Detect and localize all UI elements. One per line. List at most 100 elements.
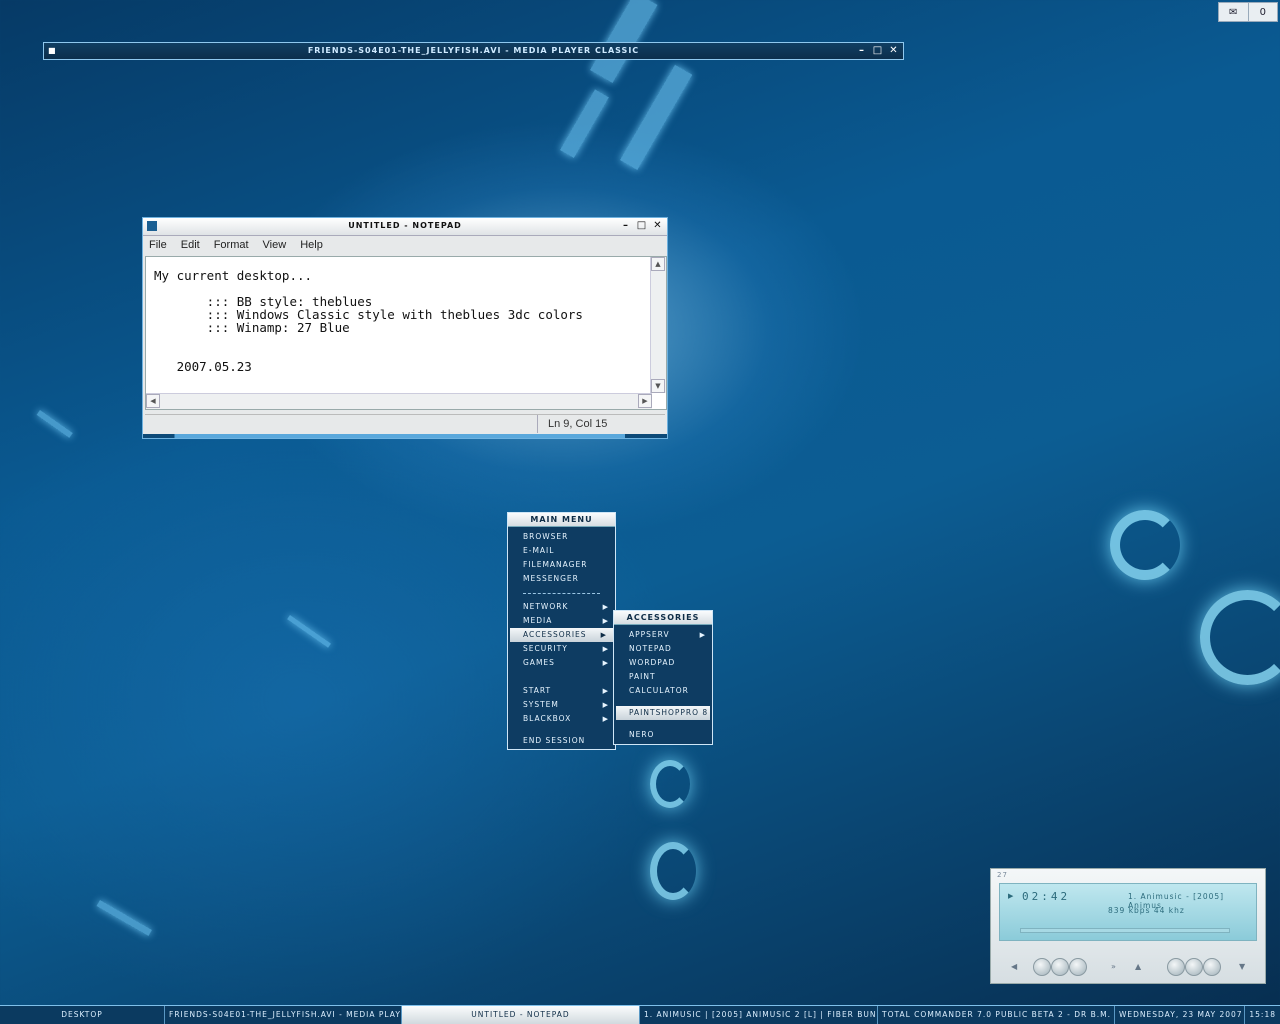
mpc-window[interactable]: ■ friends-s04e01-the_jellyfish.avi - Med… xyxy=(43,42,904,60)
menu-item-media[interactable]: Media ▶ xyxy=(508,614,615,628)
scroll-left-icon[interactable]: ◀ xyxy=(146,394,160,408)
submenu-item-appserv[interactable]: AppServ ▶ xyxy=(614,628,712,642)
menu-item-email[interactable]: E-mail xyxy=(508,544,615,558)
next-icon[interactable] xyxy=(1185,958,1203,976)
main-menu: Main Menu Browser E-mail Filemanager Mes… xyxy=(507,512,616,750)
taskbar-desktop[interactable]: Desktop xyxy=(0,1006,165,1024)
submenu-arrow-icon: ▶ xyxy=(600,631,607,639)
bg-light-stripe xyxy=(96,900,152,937)
eject-icon[interactable]: ▲ xyxy=(1135,962,1141,971)
submenu-arrow-icon: ▶ xyxy=(602,659,609,667)
volume-down-icon[interactable]: ◀ xyxy=(1011,962,1017,971)
submenu-arrow-icon: ▶ xyxy=(602,603,609,611)
submenu-item-notepad[interactable]: Notepad xyxy=(614,642,712,656)
taskbar-item-winamp[interactable]: 1. Animusic | [2005] Animusic 2 [L] | Fi… xyxy=(640,1006,878,1024)
seek-bar[interactable] xyxy=(1020,928,1230,933)
winamp-display: ▶ 02:42 1. Animusic - [2005] Animus 839 … xyxy=(999,883,1257,941)
submenu-item-paintshoppro[interactable]: PaintShopPro 8 xyxy=(616,706,710,720)
mpc-title: friends-s04e01-the_jellyfish.avi - Media… xyxy=(307,46,640,55)
bg-light-stripe xyxy=(620,64,693,170)
menu-item-label: Network xyxy=(523,602,569,611)
taskbar-clock: 15:18 xyxy=(1249,1010,1276,1019)
submenu-item-paint[interactable]: Paint xyxy=(614,670,712,684)
menu-item-system[interactable]: System ▶ xyxy=(508,698,615,712)
menu-format[interactable]: Format xyxy=(214,239,249,251)
horizontal-scrollbar[interactable]: ◀ ▶ xyxy=(146,393,652,409)
stop-icon[interactable] xyxy=(1167,958,1185,976)
pause-icon[interactable] xyxy=(1069,958,1087,976)
shuffle-icon[interactable]: » xyxy=(1111,962,1116,971)
notepad-title: Untitled - Notepad xyxy=(348,221,462,230)
taskbar-item-totalcommander[interactable]: Total Commander 7.0 public beta 2 - Dr B… xyxy=(878,1006,1115,1024)
menu-item-games[interactable]: Games ▶ xyxy=(508,656,615,670)
notepad-statusbar: Ln 9, Col 15 xyxy=(145,414,665,433)
playback-time[interactable]: 02:42 xyxy=(1022,890,1070,903)
bitrate-info: 839 kbps 44 khz xyxy=(1108,906,1185,915)
submenu-arrow-icon: ▶ xyxy=(602,687,609,695)
submenu-item-wordpad[interactable]: Wordpad xyxy=(614,656,712,670)
accessories-title: Accessories xyxy=(614,611,712,625)
winamp-player[interactable]: 27 ▶ 02:42 1. Animusic - [2005] Animus 8… xyxy=(990,868,1266,984)
menu-view[interactable]: View xyxy=(263,239,287,251)
menu-item-browser[interactable]: Browser xyxy=(508,530,615,544)
scroll-right-icon[interactable]: ▶ xyxy=(638,394,652,408)
bg-light-stripe xyxy=(36,410,73,438)
menu-item-label: Accessories xyxy=(523,630,587,639)
winamp-skin-label: 27 xyxy=(997,871,1008,879)
submenu-item-calculator[interactable]: Calculator xyxy=(614,684,712,698)
open-icon[interactable] xyxy=(1203,958,1221,976)
close-icon[interactable]: ✕ xyxy=(652,219,664,232)
bg-glow-ring xyxy=(650,842,696,900)
winamp-controls: ◀ » ▲ ▼ xyxy=(999,957,1257,979)
maximize-icon[interactable]: □ xyxy=(872,44,884,57)
vertical-scrollbar[interactable]: ▲ ▼ xyxy=(650,257,666,393)
minimize-icon[interactable]: – xyxy=(856,44,868,57)
menu-item-label: Security xyxy=(523,644,568,653)
system-tray: ✉ 0 xyxy=(1218,2,1278,22)
tray-counter[interactable]: 0 xyxy=(1249,3,1278,21)
previous-icon[interactable] xyxy=(1033,958,1051,976)
menu-item-label: Media xyxy=(523,616,553,625)
menu-item-start[interactable]: Start ▶ xyxy=(508,684,615,698)
minimize-icon[interactable]: – xyxy=(620,219,632,232)
close-icon[interactable]: ✕ xyxy=(888,44,900,57)
maximize-icon[interactable]: □ xyxy=(636,219,648,232)
menu-separator xyxy=(508,586,615,600)
notepad-titlebar[interactable]: Untitled - Notepad – □ ✕ xyxy=(143,218,667,236)
notepad-window[interactable]: Untitled - Notepad – □ ✕ File Edit Forma… xyxy=(142,217,668,439)
submenu-item-nero[interactable]: Nero xyxy=(614,728,712,742)
menu-item-messenger[interactable]: Messenger xyxy=(508,572,615,586)
notepad-text-area[interactable]: My current desktop... ::: BB style: theb… xyxy=(145,256,667,410)
taskbar-date: Wednesday, 23 May 2007 xyxy=(1115,1006,1245,1024)
volume-up-icon[interactable]: ▼ xyxy=(1239,962,1245,971)
menu-item-label: System xyxy=(523,700,559,709)
notepad-menubar: File Edit Format View Help xyxy=(143,236,667,254)
bg-glow-ring xyxy=(1200,590,1280,685)
accessories-submenu: Accessories AppServ ▶ Notepad Wordpad Pai… xyxy=(613,610,713,745)
main-menu-title: Main Menu xyxy=(508,513,615,527)
menu-item-filemanager[interactable]: Filemanager xyxy=(508,558,615,572)
submenu-arrow-icon: ▶ xyxy=(602,715,609,723)
scroll-down-icon[interactable]: ▼ xyxy=(651,379,665,393)
menu-item-network[interactable]: Network ▶ xyxy=(508,600,615,614)
bg-glow-ring xyxy=(650,760,690,808)
submenu-arrow-icon: ▶ xyxy=(602,645,609,653)
menu-item-label: Blackbox xyxy=(523,714,572,723)
taskbar-item-notepad[interactable]: Untitled - Notepad xyxy=(402,1006,640,1024)
menu-item-security[interactable]: Security ▶ xyxy=(508,642,615,656)
submenu-arrow-icon: ▶ xyxy=(602,701,609,709)
menu-item-accessories[interactable]: Accessories ▶ xyxy=(510,628,613,642)
submenu-arrow-icon: ▶ xyxy=(699,631,706,639)
scroll-up-icon[interactable]: ▲ xyxy=(651,257,665,271)
menu-help[interactable]: Help xyxy=(300,239,323,251)
taskbar-item-mpc[interactable]: friends-s04e01-the_jellyfish.avi - Media… xyxy=(165,1006,402,1024)
play-icon[interactable] xyxy=(1051,958,1069,976)
menu-item-end-session[interactable]: End Session xyxy=(508,734,615,748)
mail-icon[interactable]: ✉ xyxy=(1219,3,1249,21)
submenu-arrow-icon: ▶ xyxy=(602,617,609,625)
menu-file[interactable]: File xyxy=(149,239,167,251)
taskbar: Desktop friends-s04e01-the_jellyfish.avi… xyxy=(0,1005,1280,1024)
cursor-position: Ln 9, Col 15 xyxy=(537,415,663,433)
menu-item-blackbox[interactable]: Blackbox ▶ xyxy=(508,712,615,726)
menu-edit[interactable]: Edit xyxy=(181,239,200,251)
